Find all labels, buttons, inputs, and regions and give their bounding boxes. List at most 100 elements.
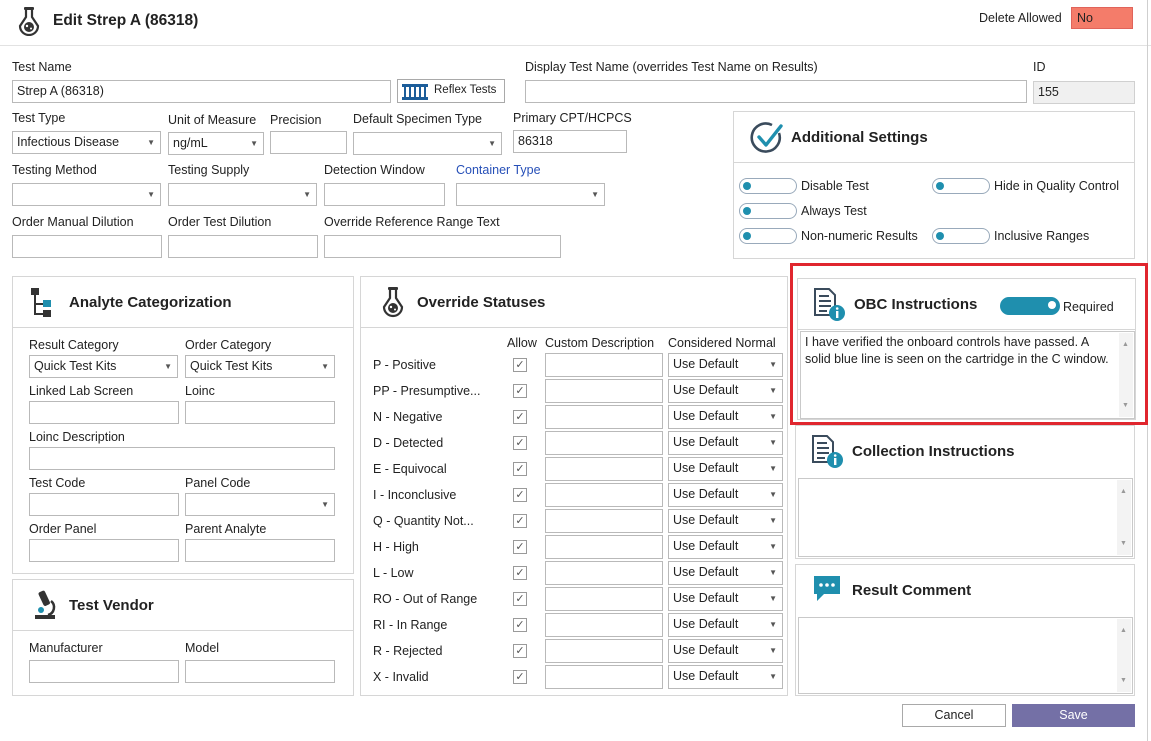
linked-lab-screen-input[interactable] — [29, 401, 179, 424]
custom-description-input[interactable] — [545, 353, 663, 377]
non-numeric-label: Non-numeric Results — [801, 229, 918, 243]
order-panel-input[interactable] — [29, 539, 179, 562]
scroll-down-icon[interactable]: ▼ — [1122, 397, 1129, 414]
considered-normal-select[interactable]: Use Default ▼ — [668, 561, 783, 585]
cancel-button[interactable]: Cancel — [902, 704, 1006, 727]
allow-checkbox[interactable]: ✓ — [513, 592, 527, 606]
allow-checkbox[interactable]: ✓ — [513, 488, 527, 502]
panel-code-select[interactable]: ▼ — [185, 493, 335, 516]
delete-allowed-select[interactable]: No — [1071, 7, 1133, 29]
custom-description-input[interactable] — [545, 509, 663, 533]
scroll-up-icon[interactable]: ▲ — [1122, 336, 1129, 353]
inclusive-ranges-toggle[interactable] — [932, 228, 990, 244]
loinc-description-input[interactable] — [29, 447, 335, 470]
considered-normal-select[interactable]: Use Default ▼ — [668, 639, 783, 663]
order-category-label: Order Category — [185, 338, 272, 352]
scroll-up-icon[interactable]: ▲ — [1120, 483, 1127, 500]
override-reference-range-input[interactable] — [324, 235, 561, 258]
allow-checkbox[interactable]: ✓ — [513, 540, 527, 554]
test-type-select[interactable]: Infectious Disease ▼ — [12, 131, 161, 154]
status-name: PP - Presumptive... — [373, 384, 481, 398]
test-code-input[interactable] — [29, 493, 179, 516]
considered-normal-select[interactable]: Use Default ▼ — [668, 483, 783, 507]
test-name-input[interactable]: Strep A (86318) — [12, 80, 391, 103]
scroll-up-icon[interactable]: ▲ — [1120, 622, 1127, 639]
allow-checkbox[interactable]: ✓ — [513, 566, 527, 580]
testing-supply-select[interactable]: ▼ — [168, 183, 317, 206]
considered-normal-select[interactable]: Use Default ▼ — [668, 405, 783, 429]
order-panel-label: Order Panel — [29, 522, 97, 536]
allow-checkbox[interactable]: ✓ — [513, 670, 527, 684]
custom-description-input[interactable] — [545, 535, 663, 559]
container-type-select[interactable]: ▼ — [456, 183, 605, 206]
considered-normal-select[interactable]: Use Default ▼ — [668, 379, 783, 403]
considered-normal-value: Use Default — [673, 643, 739, 657]
parent-analyte-input[interactable] — [185, 539, 335, 562]
display-test-name-input[interactable] — [525, 80, 1027, 103]
detection-window-input[interactable] — [324, 183, 445, 206]
custom-description-input[interactable] — [545, 431, 663, 455]
reflex-tests-button[interactable]: Reflex Tests — [397, 79, 505, 103]
custom-description-input[interactable] — [545, 665, 663, 689]
manufacturer-label: Manufacturer — [29, 641, 103, 655]
considered-normal-select[interactable]: Use Default ▼ — [668, 457, 783, 481]
primary-cpt-input[interactable]: 86318 — [513, 130, 627, 153]
custom-description-input[interactable] — [545, 639, 663, 663]
considered-normal-select[interactable]: Use Default ▼ — [668, 587, 783, 611]
considered-normal-select[interactable]: Use Default ▼ — [668, 353, 783, 377]
container-type-label[interactable]: Container Type — [456, 163, 541, 177]
chevron-down-icon: ▼ — [769, 620, 777, 629]
custom-description-input[interactable] — [545, 379, 663, 403]
rack-icon — [401, 82, 429, 109]
obc-instructions-textarea[interactable]: I have verified the onboard controls hav… — [800, 331, 1135, 419]
obc-scrollbar[interactable]: ▲ ▼ — [1119, 333, 1133, 417]
result-comment-textarea[interactable]: ▲ ▼ — [798, 617, 1133, 694]
collection-instructions-textarea[interactable]: ▲ ▼ — [798, 478, 1133, 557]
allow-checkbox[interactable]: ✓ — [513, 384, 527, 398]
save-button[interactable]: Save — [1012, 704, 1135, 727]
considered-normal-select[interactable]: Use Default ▼ — [668, 665, 783, 689]
chevron-down-icon: ▼ — [321, 500, 329, 509]
custom-description-input[interactable] — [545, 561, 663, 585]
considered-normal-column-header: Considered Normal — [668, 336, 776, 350]
custom-description-input[interactable] — [545, 587, 663, 611]
custom-description-input[interactable] — [545, 457, 663, 481]
considered-normal-select[interactable]: Use Default ▼ — [668, 613, 783, 637]
allow-checkbox[interactable]: ✓ — [513, 410, 527, 424]
precision-input[interactable] — [270, 131, 347, 154]
allow-checkbox[interactable]: ✓ — [513, 358, 527, 372]
result-comment-scrollbar[interactable]: ▲ ▼ — [1117, 619, 1131, 692]
considered-normal-value: Use Default — [673, 461, 739, 475]
considered-normal-select[interactable]: Use Default ▼ — [668, 535, 783, 559]
considered-normal-select[interactable]: Use Default ▼ — [668, 431, 783, 455]
required-toggle[interactable] — [1000, 297, 1060, 315]
manufacturer-input[interactable] — [29, 660, 179, 683]
hide-qc-toggle[interactable] — [932, 178, 990, 194]
allow-checkbox[interactable]: ✓ — [513, 618, 527, 632]
allow-checkbox[interactable]: ✓ — [513, 514, 527, 528]
scroll-down-icon[interactable]: ▼ — [1120, 535, 1127, 552]
model-input[interactable] — [185, 660, 335, 683]
allow-checkbox[interactable]: ✓ — [513, 436, 527, 450]
collection-scrollbar[interactable]: ▲ ▼ — [1117, 480, 1131, 555]
chevron-down-icon: ▼ — [769, 594, 777, 603]
unit-of-measure-select[interactable]: ng/mL ▼ — [168, 132, 264, 155]
testing-method-select[interactable]: ▼ — [12, 183, 161, 206]
order-category-select[interactable]: Quick Test Kits ▼ — [185, 355, 335, 378]
non-numeric-toggle[interactable] — [739, 228, 797, 244]
scroll-down-icon[interactable]: ▼ — [1120, 672, 1127, 689]
loinc-input[interactable] — [185, 401, 335, 424]
considered-normal-select[interactable]: Use Default ▼ — [668, 509, 783, 533]
result-category-select[interactable]: Quick Test Kits ▼ — [29, 355, 178, 378]
disable-test-toggle[interactable] — [739, 178, 797, 194]
allow-checkbox[interactable]: ✓ — [513, 644, 527, 658]
allow-checkbox[interactable]: ✓ — [513, 462, 527, 476]
custom-description-input[interactable] — [545, 405, 663, 429]
order-manual-dilution-input[interactable] — [12, 235, 162, 258]
default-specimen-type-select[interactable]: ▼ — [353, 132, 502, 155]
order-test-dilution-input[interactable] — [168, 235, 318, 258]
custom-description-input[interactable] — [545, 483, 663, 507]
considered-normal-value: Use Default — [673, 435, 739, 449]
custom-description-input[interactable] — [545, 613, 663, 637]
always-test-toggle[interactable] — [739, 203, 797, 219]
